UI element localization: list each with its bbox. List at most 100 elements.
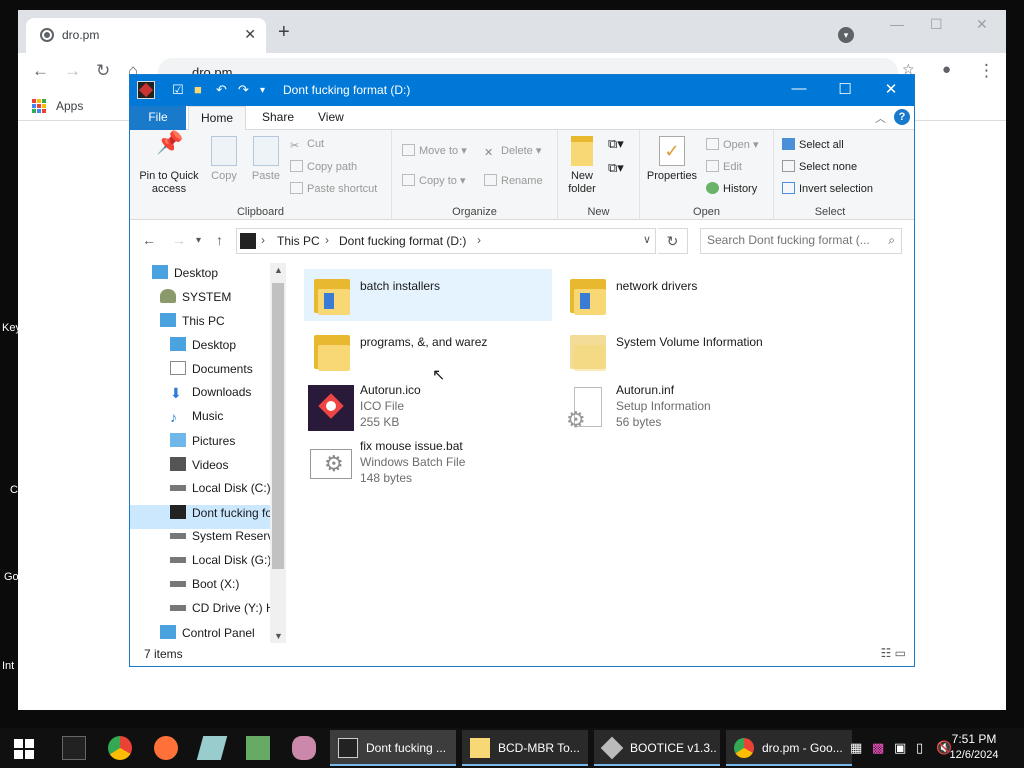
- tab-file[interactable]: File: [130, 106, 186, 130]
- copy-path-button[interactable]: Copy path: [290, 160, 357, 173]
- apps-icon[interactable]: [32, 99, 46, 113]
- minimize-icon[interactable]: —: [776, 80, 822, 97]
- tab-share[interactable]: Share: [250, 106, 306, 130]
- nav-item-system-reserved[interactable]: System Reserve: [170, 529, 280, 553]
- close-tab-icon[interactable]: ✕: [244, 26, 256, 43]
- tab-home[interactable]: Home: [188, 106, 247, 131]
- nav-item-documents[interactable]: Documents: [170, 361, 272, 385]
- copy-button[interactable]: Copy: [204, 136, 244, 183]
- history-button[interactable]: History: [706, 182, 757, 195]
- tray-display-icon[interactable]: ▣: [894, 740, 906, 756]
- battery-icon[interactable]: ▯: [916, 740, 923, 756]
- view-toggle-icons[interactable]: ☷ ▭: [881, 646, 906, 660]
- customize-qat-icon[interactable]: ▾: [260, 85, 265, 96]
- move-to-button[interactable]: Move to ▾: [402, 144, 467, 157]
- maximize-icon[interactable]: ☐: [930, 16, 943, 33]
- app-icon[interactable]: [246, 736, 270, 760]
- taskbar-task-bcd[interactable]: BCD-MBR To...: [462, 730, 588, 766]
- redo-icon[interactable]: ↷: [238, 82, 249, 98]
- up-icon[interactable]: ↑: [216, 232, 223, 248]
- cut-button[interactable]: ✂ Cut: [290, 138, 324, 152]
- select-none-button[interactable]: Select none: [782, 160, 857, 173]
- firefox-icon[interactable]: [154, 736, 178, 760]
- copy-to-button[interactable]: Copy to ▾: [402, 174, 466, 187]
- nav-item-videos[interactable]: Videos: [170, 457, 272, 481]
- tab-view[interactable]: View: [306, 106, 356, 130]
- scroll-down-icon[interactable]: ▼: [274, 631, 283, 641]
- reload-icon[interactable]: ↻: [96, 61, 110, 81]
- rename-button[interactable]: Rename: [484, 174, 543, 187]
- forward-icon[interactable]: →: [64, 61, 81, 81]
- paste-shortcut-button[interactable]: Paste shortcut: [290, 182, 377, 195]
- file-item[interactable]: ⚙ fix mouse issue.bat Windows Batch File…: [304, 437, 552, 489]
- chevron-right-icon[interactable]: ›: [477, 233, 481, 247]
- tab-search-icon[interactable]: ▾: [838, 27, 854, 43]
- nav-item-music[interactable]: ♪ Music: [170, 409, 272, 433]
- maximize-icon[interactable]: ☐: [822, 80, 868, 98]
- new-tab-button[interactable]: +: [278, 22, 290, 42]
- cmd-icon[interactable]: [62, 736, 86, 760]
- chevron-up-icon[interactable]: ︿: [875, 110, 886, 126]
- file-item[interactable]: System Volume Information: [560, 325, 808, 377]
- nav-item-pictures[interactable]: Pictures: [170, 433, 272, 457]
- chevron-right-icon[interactable]: ›: [325, 233, 329, 247]
- profile-icon[interactable]: ●: [942, 61, 951, 78]
- chrome-tab[interactable]: dro.pm ✕: [26, 18, 266, 53]
- help-icon[interactable]: ?: [894, 109, 910, 125]
- apps-link[interactable]: Apps: [56, 99, 83, 113]
- nav-item-d-drive[interactable]: Dont fucking fo: [130, 505, 272, 529]
- clock-time[interactable]: 7:51 PM: [944, 732, 1004, 746]
- new-folder-button[interactable]: New folder: [564, 136, 600, 196]
- recent-locations-icon[interactable]: ▾: [196, 235, 201, 246]
- new-folder-quick-icon[interactable]: ■: [194, 82, 202, 97]
- file-item[interactable]: batch installers: [304, 269, 552, 321]
- invert-selection-button[interactable]: Invert selection: [782, 182, 873, 195]
- properties-quick-icon[interactable]: ☑: [172, 82, 184, 98]
- file-item[interactable]: Autorun.ico ICO File 255 KB: [304, 381, 552, 433]
- delete-button[interactable]: ✕ Delete ▾: [484, 144, 541, 159]
- nav-item-control-panel[interactable]: Control Panel: [160, 625, 272, 643]
- search-input[interactable]: [707, 233, 877, 247]
- drive-app-icon[interactable]: [137, 81, 155, 99]
- app-icon[interactable]: [196, 736, 228, 760]
- taskbar-task-chrome[interactable]: dro.pm - Goo...: [726, 730, 852, 766]
- chrome-icon[interactable]: [108, 736, 132, 760]
- app-icon[interactable]: [292, 736, 316, 760]
- nav-item-this-pc[interactable]: This PC: [160, 313, 272, 337]
- nav-item-downloads[interactable]: ⬇ Downloads: [170, 385, 272, 409]
- undo-icon[interactable]: ↶: [216, 82, 227, 98]
- breadcrumb-this-pc[interactable]: This PC: [277, 234, 320, 248]
- open-button[interactable]: Open ▾: [706, 138, 759, 151]
- nav-item-cd-drive[interactable]: CD Drive (Y:) H: [170, 601, 275, 625]
- forward-icon[interactable]: →: [172, 232, 186, 248]
- easy-access-icon[interactable]: ⧉▾: [608, 160, 624, 176]
- edit-button[interactable]: Edit: [706, 160, 742, 173]
- minimize-icon[interactable]: —: [890, 16, 904, 32]
- nav-item-system[interactable]: SYSTEM: [160, 289, 272, 313]
- nav-item-desktop[interactable]: Desktop: [170, 337, 272, 361]
- scrollbar-thumb[interactable]: [272, 283, 284, 569]
- scroll-up-icon[interactable]: ▲: [274, 265, 283, 275]
- start-icon[interactable]: [14, 739, 34, 759]
- taskbar-task-explorer[interactable]: Dont fucking ...: [330, 730, 456, 766]
- chevron-down-icon[interactable]: ∨: [643, 233, 651, 246]
- file-item[interactable]: network drivers: [560, 269, 808, 321]
- select-all-button[interactable]: Select all: [782, 138, 844, 151]
- chevron-right-icon[interactable]: ›: [261, 233, 265, 247]
- pin-quick-access-button[interactable]: 📌 Pin to Quick access: [136, 132, 202, 196]
- menu-icon[interactable]: ⋮: [978, 61, 995, 81]
- nav-item-boot-x[interactable]: Boot (X:): [170, 577, 272, 601]
- search-box[interactable]: ⌕: [700, 228, 902, 254]
- close-icon[interactable]: ✕: [868, 80, 914, 98]
- breadcrumb-drive[interactable]: Dont fucking format (D:): [339, 234, 466, 248]
- tray-app-icon[interactable]: ▦: [850, 740, 862, 756]
- address-bar[interactable]: › This PC › Dont fucking format (D:) › ∨: [236, 228, 656, 254]
- clock-date[interactable]: 12/6/2024: [944, 749, 1004, 761]
- file-item[interactable]: programs, &, and warez: [304, 325, 552, 377]
- refresh-button[interactable]: ↻: [658, 228, 688, 254]
- nav-item-local-disk-c[interactable]: Local Disk (C:): [170, 481, 272, 505]
- back-icon[interactable]: ←: [32, 61, 49, 81]
- close-icon[interactable]: ✕: [976, 16, 988, 33]
- tray-color-icon[interactable]: ▩: [872, 740, 884, 756]
- taskbar-task-bootice[interactable]: BOOTICE v1.3...: [594, 730, 720, 766]
